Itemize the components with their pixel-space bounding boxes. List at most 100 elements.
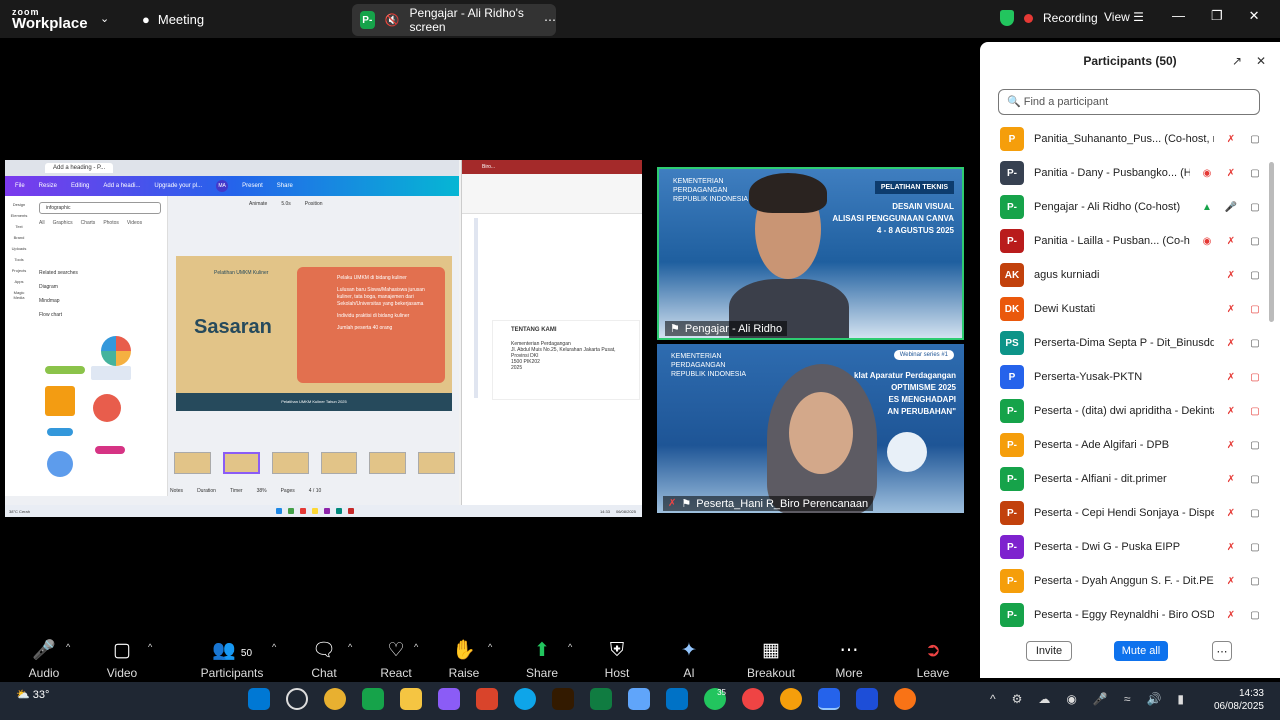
scrollbar[interactable] — [1269, 162, 1274, 322]
chevron-up-icon[interactable]: ^ — [348, 642, 352, 652]
shared-screen[interactable]: Add a heading - P... File Resize Editing… — [5, 160, 642, 517]
list-item[interactable]: P-Panitia - Dany - Pusbangko... (Host)◉✗… — [1000, 156, 1262, 190]
list-item[interactable]: P- Peserta - Dwi G - Puska EIPP ✗ ▢ — [1000, 530, 1262, 564]
restore-icon[interactable]: ❐ — [1211, 8, 1223, 24]
edge-icon[interactable] — [514, 688, 536, 710]
chevron-up-icon[interactable]: ^ — [414, 642, 418, 652]
battery-icon[interactable]: ▮ — [1177, 692, 1184, 706]
xbox-icon[interactable] — [590, 688, 612, 710]
zoom-logo[interactable]: zoom Workplace — [12, 6, 88, 31]
camera-off-icon[interactable]: ▢ — [1248, 304, 1262, 315]
chevron-up-icon[interactable]: ^ — [66, 642, 70, 652]
camera-icon[interactable]: ▢ — [1248, 168, 1262, 179]
list-item[interactable]: P- Peserta - Eggy Reynaldhi - Biro OSDM ✗ ▢ — [1000, 598, 1262, 632]
leave-button[interactable]: ➲ Leave — [916, 636, 950, 680]
camera-icon[interactable]: ▢ — [1248, 440, 1262, 451]
mic-off-icon[interactable]: ✗ — [1224, 338, 1238, 349]
mic-off-icon[interactable]: ✗ — [1224, 270, 1238, 281]
mic-off-icon[interactable]: ✗ — [1224, 576, 1238, 587]
list-item[interactable]: P- Peserta - (dita) dwi apriditha - Dekin… — [1000, 394, 1262, 428]
react-button[interactable]: ♡ React — [378, 636, 414, 680]
chrome-icon[interactable] — [324, 688, 346, 710]
weather-widget[interactable]: ⛅ 33° — [16, 688, 49, 701]
list-item[interactable]: P- Pengajar - Ali Ridho (Co-host) ▲ 🎤 ▢ — [1000, 190, 1262, 224]
mic-off-icon[interactable]: ✗ — [1224, 236, 1238, 247]
mic-off-icon[interactable]: ✗ — [1224, 406, 1238, 417]
participants-button[interactable]: 👥 50 Participants — [200, 636, 264, 680]
video-button[interactable]: ▢ Video — [100, 636, 144, 680]
photo-icon[interactable] — [628, 688, 650, 710]
camera-icon[interactable]: ▢ — [1248, 134, 1262, 145]
speaker-icon[interactable]: 🔊 — [1146, 692, 1161, 706]
popout-icon[interactable]: ↗ — [1232, 54, 1242, 68]
close-icon[interactable]: ✕ — [1256, 54, 1266, 68]
mic-icon[interactable]: 🎤 — [1093, 692, 1108, 706]
settings-icon[interactable]: ⚙ — [1012, 692, 1023, 706]
camera-off-icon[interactable]: ▢ — [1248, 372, 1262, 383]
search-icon[interactable] — [286, 688, 308, 710]
camera-icon[interactable]: ▢ — [1248, 610, 1262, 621]
share-button[interactable]: ⬆ Share — [524, 636, 560, 680]
wifi-icon[interactable]: ≈ — [1124, 692, 1131, 706]
chevron-down-icon[interactable]: ⌄ — [100, 12, 109, 25]
camera-icon[interactable]: ▢ — [1248, 236, 1262, 247]
more-options-button[interactable]: ⋯ — [1212, 641, 1232, 661]
mic-off-icon[interactable]: ✗ — [1224, 304, 1238, 315]
firefox-icon[interactable] — [894, 688, 916, 710]
clock[interactable]: 14:33 06/08/2025 — [1214, 687, 1264, 713]
camera-icon[interactable]: ▢ — [1248, 338, 1262, 349]
mic-off-icon[interactable]: ✗ — [1224, 134, 1238, 145]
list-item[interactable]: PPanitia_Suhananto_Pus... (Co-host, me)✗… — [1000, 122, 1262, 156]
chevron-up-icon[interactable]: ^ — [148, 642, 152, 652]
screen-share-indicator[interactable]: P- 🔇 Pengajar - Ali Ridho's screen ⋯ — [352, 4, 556, 36]
copilot-icon[interactable] — [438, 688, 460, 710]
mic-off-icon[interactable]: ✗ — [1224, 372, 1238, 383]
list-item[interactable]: P Perserta-Yusak-PKTN ✗ ▢ — [1000, 360, 1262, 394]
close-icon[interactable]: ✕ — [1249, 8, 1260, 24]
camera-icon[interactable]: ▢ — [1248, 270, 1262, 281]
mic-off-icon[interactable]: ✗ — [1224, 610, 1238, 621]
camera-icon[interactable]: ▢ — [1248, 508, 1262, 519]
list-item[interactable]: P-Panitia - Lailla - Pusban... (Co-host)… — [1000, 224, 1262, 258]
whatsapp-icon[interactable]: 35 — [704, 688, 726, 710]
minimize-icon[interactable]: — — [1172, 8, 1185, 24]
list-item[interactable]: P- Peserta - Dyah Anggun S. F. - Dit.PEPP… — [1000, 564, 1262, 598]
outlook-icon[interactable] — [666, 688, 688, 710]
more-icon[interactable]: ⋯ — [544, 13, 556, 27]
list-item[interactable]: P- Peserta - Ade Algifari - DPB ✗ ▢ — [1000, 428, 1262, 462]
chrome-icon-2[interactable] — [780, 688, 802, 710]
chevron-up-icon[interactable]: ^ — [488, 642, 492, 652]
participant-search-input[interactable]: 🔍 Find a participant — [998, 89, 1260, 115]
mic-off-icon[interactable]: ✗ — [1224, 168, 1238, 179]
recording-indicator[interactable]: Recording — [1000, 10, 1098, 26]
list-item[interactable]: P- Peserta - Alfiani - dit.primer ✗ ▢ — [1000, 462, 1262, 496]
windows-start-icon[interactable] — [248, 688, 270, 710]
mic-off-icon[interactable]: ✗ — [1224, 474, 1238, 485]
camera-off-icon[interactable]: ▢ — [1248, 406, 1262, 417]
camera-icon[interactable]: ▢ — [1248, 542, 1262, 553]
view-button[interactable]: View ☰ — [1104, 10, 1144, 24]
mic-off-icon[interactable]: ✗ — [1224, 440, 1238, 451]
chevron-up-icon[interactable]: ^ — [568, 642, 572, 652]
list-item[interactable]: AK agus kurniadi ✗ ▢ — [1000, 258, 1262, 292]
powerpoint-icon[interactable] — [476, 688, 498, 710]
more-button[interactable]: ⋯ More — [832, 636, 866, 680]
camera-icon[interactable]: ▢ — [1248, 202, 1262, 213]
cloud-icon[interactable]: ☁ — [1038, 692, 1050, 706]
excel-icon[interactable] — [362, 688, 384, 710]
camera-icon[interactable]: ▢ — [1248, 474, 1262, 485]
mute-all-button[interactable]: Mute all — [1114, 641, 1168, 661]
folder-icon[interactable] — [400, 688, 422, 710]
chat-button[interactable]: 🗨 Chat — [306, 636, 342, 680]
video-tile-participant[interactable]: KEMENTERIAN PERDAGANGAN REPUBLIK INDONES… — [657, 344, 964, 513]
camera-icon[interactable]: ▢ — [1248, 576, 1262, 587]
defender-icon[interactable]: ◉ — [1066, 692, 1076, 706]
mic-off-icon[interactable]: ✗ — [1224, 508, 1238, 519]
video-tile-presenter[interactable]: KEMENTERIAN PERDAGANGAN REPUBLIK INDONES… — [657, 167, 964, 340]
chevron-up-icon[interactable]: ^ — [990, 692, 996, 706]
audio-button[interactable]: 🎤 Audio — [24, 636, 64, 680]
invite-button[interactable]: Invite — [1026, 641, 1072, 661]
word-icon[interactable] — [856, 688, 878, 710]
mic-off-icon[interactable]: ✗ — [1224, 542, 1238, 553]
chrome-profile-icon[interactable] — [742, 688, 764, 710]
